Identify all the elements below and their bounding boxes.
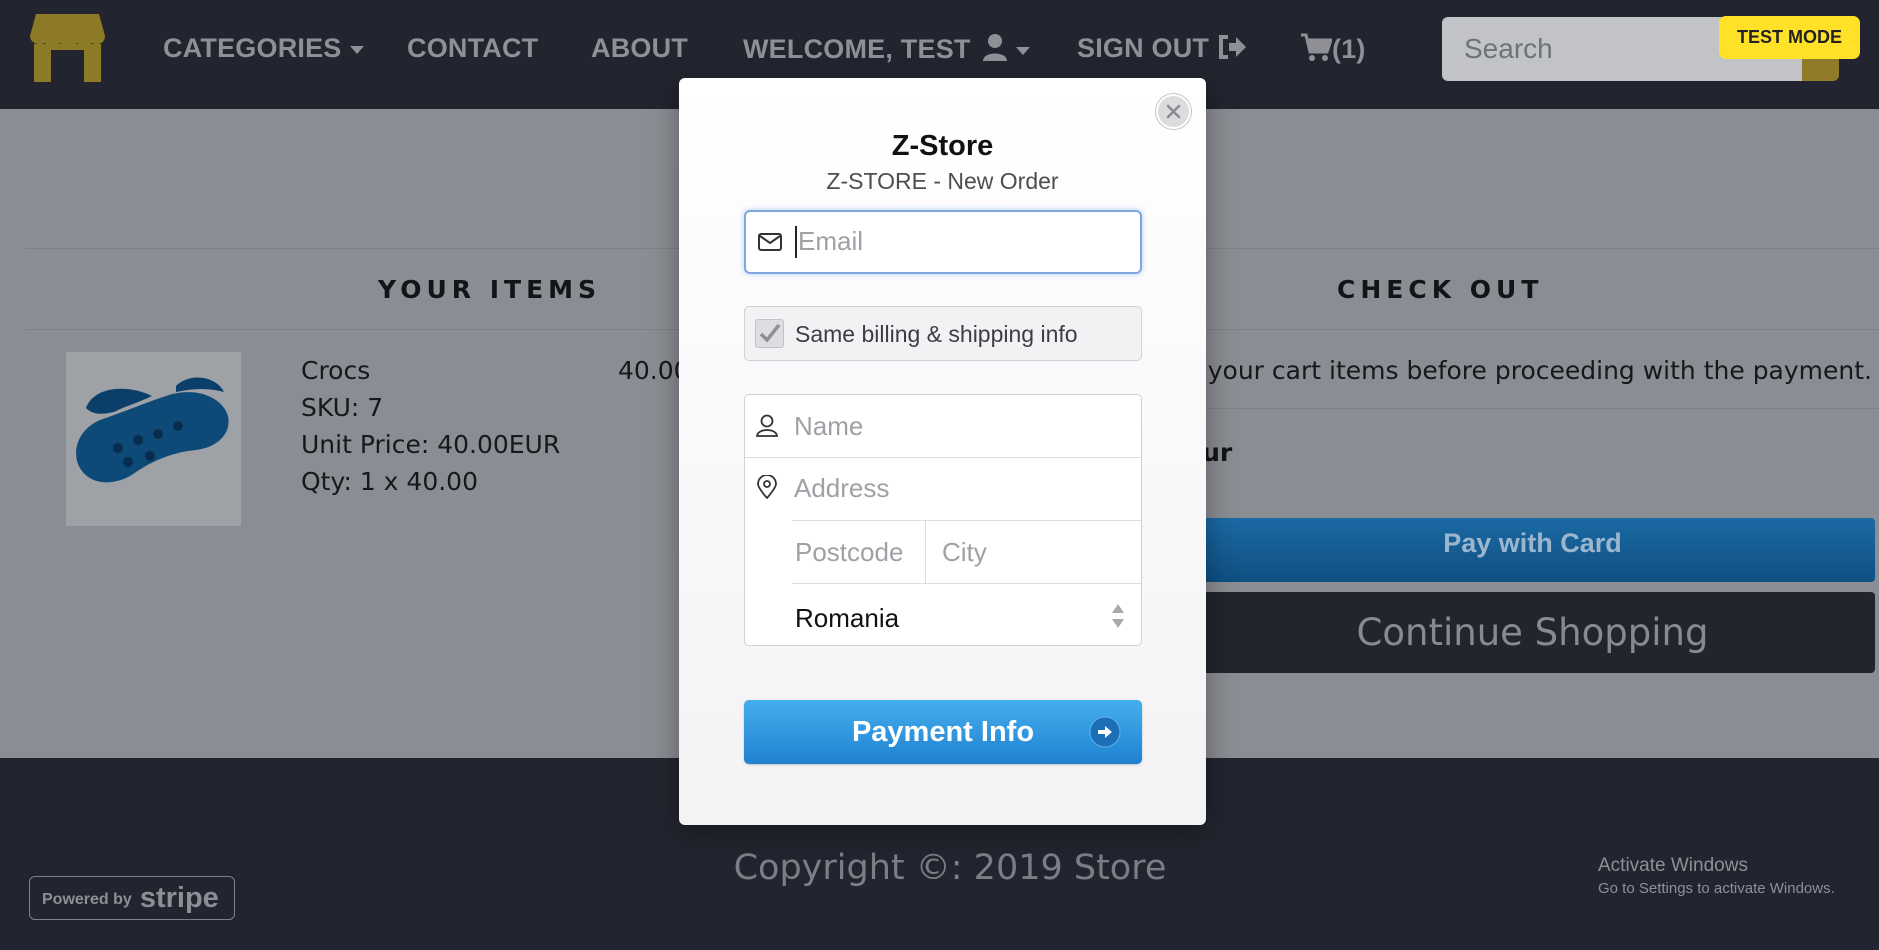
- location-pin-icon: [757, 475, 777, 499]
- close-button[interactable]: [1156, 94, 1191, 129]
- select-arrows-icon: [1112, 604, 1124, 628]
- address-fieldset: Name Address Postcode City Romania: [744, 394, 1142, 646]
- same-billing-shipping-toggle[interactable]: Same billing & shipping info: [744, 306, 1142, 361]
- user-icon: [755, 414, 779, 437]
- product-qty: Qty: 1 x 40.00: [301, 467, 478, 496]
- cart-count: (1): [1332, 34, 1366, 64]
- pay-with-card-button[interactable]: Pay with Card: [1190, 518, 1875, 582]
- checkmark-icon: [759, 323, 781, 343]
- close-icon: [1166, 104, 1181, 119]
- checkout-divider: [1185, 408, 1879, 409]
- nav-about[interactable]: ABOUT: [591, 33, 688, 64]
- nav-categories[interactable]: CATEGORIES: [163, 33, 364, 64]
- sign-out-icon: [1218, 35, 1246, 59]
- nav-sign-out[interactable]: SIGN OUT: [1077, 33, 1247, 64]
- your-items-heading: YOUR ITEMS: [378, 275, 602, 304]
- product-unit-price: Unit Price: 40.00EUR: [301, 430, 561, 459]
- sign-out-label: SIGN OUT: [1077, 33, 1210, 63]
- continue-shopping-button[interactable]: Continue Shopping: [1190, 592, 1875, 673]
- country-value: Romania: [795, 603, 900, 633]
- nav-welcome-user[interactable]: WELCOME, TEST: [743, 33, 1031, 65]
- product-name: Crocs: [301, 356, 371, 385]
- country-select[interactable]: Romania: [745, 584, 1141, 645]
- city-placeholder: City: [942, 537, 987, 567]
- address-field[interactable]: Address: [745, 458, 1141, 520]
- welcome-label: WELCOME, TEST: [743, 34, 971, 64]
- city-field[interactable]: City: [926, 521, 1141, 583]
- crocs-product-image: [66, 352, 241, 526]
- name-placeholder: Name: [794, 411, 864, 441]
- product-sku: SKU: 7: [301, 393, 384, 422]
- shopping-cart-icon: [1301, 33, 1334, 61]
- modal-subtitle: Z-STORE - New Order: [826, 168, 1059, 194]
- name-field[interactable]: Name: [745, 395, 1141, 457]
- powered-by-stripe-badge[interactable]: Powered by stripe: [29, 876, 235, 920]
- checkout-note: y your cart items before proceeding with…: [1185, 356, 1872, 385]
- arrow-right-icon: [1089, 716, 1121, 748]
- email-field[interactable]: Email: [744, 210, 1142, 274]
- envelope-icon: [758, 233, 782, 251]
- modal-title: Z-Store: [891, 130, 994, 162]
- user-icon: [983, 34, 1008, 61]
- payment-info-button[interactable]: Payment Info: [744, 700, 1142, 764]
- checkout-heading: CHECK OUT: [1337, 275, 1544, 304]
- address-placeholder: Address: [794, 473, 890, 503]
- test-mode-badge: TEST MODE: [1719, 16, 1860, 59]
- same-info-checkbox[interactable]: [755, 319, 784, 348]
- powered-by-label: Powered by: [42, 891, 132, 908]
- nav-contact[interactable]: CONTACT: [407, 33, 538, 64]
- nav-cart[interactable]: (1): [1300, 33, 1366, 65]
- nav-categories-label: CATEGORIES: [163, 33, 342, 63]
- postcode-field[interactable]: Postcode: [792, 521, 925, 583]
- postcode-placeholder: Postcode: [795, 537, 904, 567]
- email-placeholder: Email: [798, 226, 864, 256]
- checkout-modal: Z-Store Z-STORE - New Order Email Same b…: [679, 78, 1206, 825]
- stripe-wordmark: stripe: [139, 882, 219, 914]
- same-info-label: Same billing & shipping info: [795, 321, 1078, 347]
- activate-windows-title: Activate Windows: [1598, 855, 1748, 876]
- caret-down-icon: [1016, 46, 1031, 55]
- activate-windows-subtitle: Go to Settings to activate Windows.: [1598, 880, 1835, 897]
- caret-down-icon: [349, 45, 364, 54]
- store-logo-icon[interactable]: [30, 12, 105, 84]
- text-cursor: [795, 226, 797, 258]
- payment-info-label: Payment Info: [851, 716, 1035, 748]
